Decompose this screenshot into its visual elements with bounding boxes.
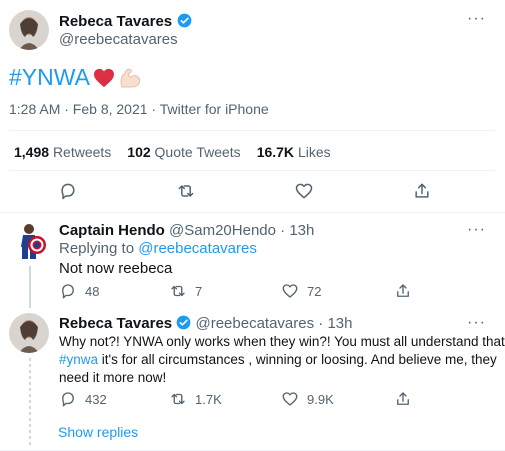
- verified-badge-icon: [177, 13, 191, 28]
- hashtag-link[interactable]: #YNWA: [9, 64, 90, 91]
- likes-stat[interactable]: 16.7K Likes: [257, 144, 331, 160]
- reply-time[interactable]: · 13h: [318, 315, 352, 332]
- more-options-icon[interactable]: ···: [467, 314, 486, 332]
- reply-icon: [62, 392, 74, 407]
- share-icon: [397, 392, 409, 405]
- reply-count: 48: [85, 283, 100, 299]
- retweet-icon: [171, 393, 185, 405]
- retweet-icon: [178, 185, 194, 197]
- mention-link[interactable]: @reebecatavares: [138, 240, 257, 257]
- author-handle[interactable]: @reebecatavares: [59, 31, 178, 48]
- like-count: 9.9K: [307, 391, 334, 407]
- reply-text: Why not?! YNWA only works when they win?…: [59, 334, 505, 385]
- replying-to: Replying to @reebecatavares: [59, 240, 257, 257]
- flexed-biceps-emoji-icon: [120, 68, 141, 87]
- share-button[interactable]: [412, 181, 432, 201]
- reply-icon: [62, 284, 74, 299]
- retweet-button[interactable]: 1.7K: [169, 390, 222, 408]
- retweet-count: 1.7K: [195, 391, 222, 407]
- share-button[interactable]: [394, 282, 412, 300]
- thread-line: [29, 266, 31, 308]
- like-button[interactable]: [294, 181, 314, 201]
- reply-icon: [61, 183, 75, 200]
- retweet-button[interactable]: [176, 181, 196, 201]
- like-button[interactable]: 9.9K: [281, 390, 334, 408]
- reply-time[interactable]: · 13h: [280, 222, 314, 239]
- author-name[interactable]: Captain Hendo: [59, 222, 165, 239]
- share-icon: [415, 183, 429, 198]
- tweet-text: #YNWA: [9, 64, 142, 91]
- heart-icon: [295, 183, 313, 199]
- verified-badge-icon: [176, 315, 191, 330]
- like-button[interactable]: 72: [281, 282, 321, 300]
- reply-text: Not now reebeca: [59, 260, 173, 277]
- show-replies-link[interactable]: Show replies: [58, 424, 138, 440]
- author-name[interactable]: Rebeca Tavares: [59, 315, 172, 332]
- reply-button[interactable]: 48: [59, 282, 99, 300]
- red-heart-emoji-icon: [93, 68, 114, 87]
- reply-count: 432: [85, 391, 107, 407]
- author-name[interactable]: Rebeca Tavares: [59, 13, 172, 30]
- retweet-count: 7: [195, 283, 203, 299]
- share-icon: [397, 284, 409, 297]
- hashtag-link[interactable]: #ynwa: [59, 352, 98, 367]
- quote-tweets-stat[interactable]: 102 Quote Tweets: [127, 144, 240, 160]
- tweet-timestamp[interactable]: 1:28 AM · Feb 8, 2021 · Twitter for iPho…: [9, 101, 269, 117]
- retweets-stat[interactable]: 1,498 Retweets: [14, 144, 111, 160]
- avatar[interactable]: [9, 10, 49, 50]
- more-options-icon[interactable]: ···: [467, 10, 486, 28]
- share-button[interactable]: [394, 390, 412, 408]
- reply-button[interactable]: [58, 181, 78, 201]
- author-handle[interactable]: @reebecatavares: [195, 315, 314, 332]
- avatar[interactable]: [9, 221, 49, 261]
- reply-button[interactable]: 432: [59, 390, 107, 408]
- retweet-icon: [171, 285, 185, 297]
- like-count: 72: [307, 283, 322, 299]
- thread-line: [29, 358, 31, 448]
- avatar[interactable]: [9, 313, 49, 353]
- heart-icon: [282, 392, 298, 406]
- more-options-icon[interactable]: ···: [467, 221, 486, 239]
- author-handle[interactable]: @Sam20Hendo: [169, 222, 276, 239]
- retweet-button[interactable]: 7: [169, 282, 202, 300]
- heart-icon: [282, 284, 298, 298]
